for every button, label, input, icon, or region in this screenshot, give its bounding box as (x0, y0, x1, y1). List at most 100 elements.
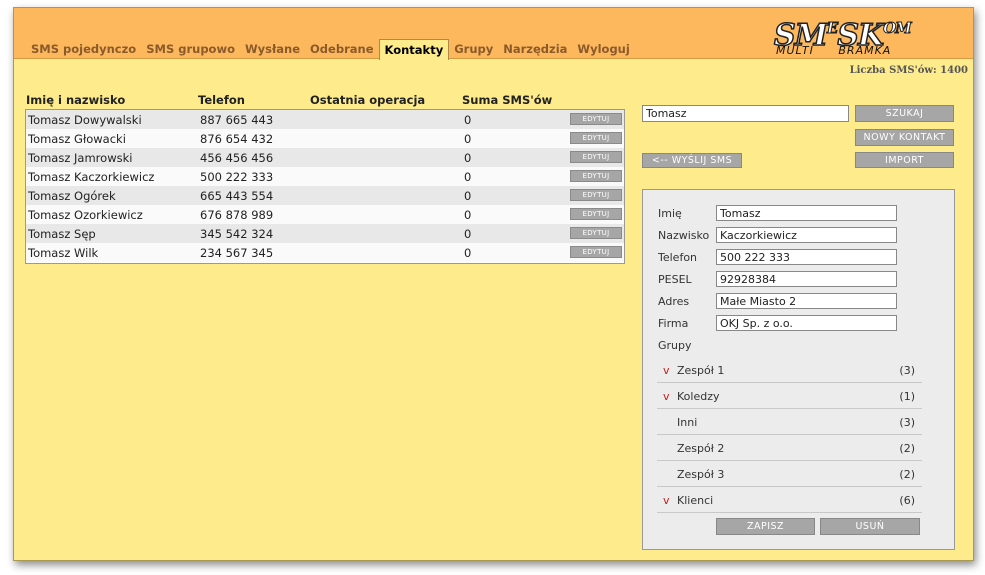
group-item[interactable]: Zespół 3 (2) (657, 461, 922, 487)
delete-button[interactable]: USUŃ (820, 518, 920, 535)
contact-name: Tomasz Ogórek (28, 189, 116, 203)
main-nav: SMS pojedynczo SMS grupowo Wysłane Odebr… (26, 39, 635, 60)
logo: SMESKOM MULTI BRAMKA (773, 12, 974, 58)
sms-count: Liczba SMS'ów: 1400 (849, 65, 968, 76)
send-sms-button[interactable]: <-- WYŚLIJ SMS (642, 153, 742, 168)
group-item[interactable]: v Koledzy (1) (657, 383, 922, 409)
label-first-name: Imię (658, 207, 682, 220)
contact-phone: 887 665 443 (200, 113, 274, 127)
group-name: Inni (677, 416, 698, 429)
edit-button[interactable]: EDYTUJ (570, 227, 622, 239)
edit-button[interactable]: EDYTUJ (570, 170, 622, 182)
contact-detail-panel: Imię Nazwisko Telefon PESEL Adres Firma … (642, 189, 955, 550)
label-last-name: Nazwisko (658, 229, 710, 242)
contact-phone: 500 222 333 (200, 170, 274, 184)
search-button[interactable]: SZUKAJ (855, 105, 954, 122)
table-row[interactable]: Tomasz Wilk 234 567 345 0 EDYTUJ (26, 243, 624, 262)
contact-name: Tomasz Sęp (28, 227, 96, 241)
label-address: Adres (658, 295, 690, 308)
contact-phone: 345 542 324 (200, 227, 274, 241)
tab-wyslane[interactable]: Wysłane (240, 39, 305, 59)
col-header-phone: Telefon (198, 93, 245, 107)
contact-name: Tomasz Kaczorkiewicz (28, 170, 155, 184)
contact-name: Tomasz Ozorkiewicz (28, 208, 143, 222)
tab-sms-pojedynczo[interactable]: SMS pojedynczo (26, 39, 141, 59)
table-row[interactable]: Tomasz Kaczorkiewicz 500 222 333 0 EDYTU… (26, 167, 624, 186)
contact-sms-sum: 0 (464, 208, 472, 222)
table-row[interactable]: Tomasz Ogórek 665 443 554 0 EDYTUJ (26, 186, 624, 205)
group-name: Koledzy (677, 390, 720, 403)
contact-name: Tomasz Dowywalski (28, 113, 142, 127)
edit-button[interactable]: EDYTUJ (570, 132, 622, 144)
tab-wyloguj[interactable]: Wyloguj (572, 39, 634, 59)
group-count: (1) (899, 390, 915, 403)
group-item[interactable]: Inni (3) (657, 409, 922, 435)
tab-sms-grupowo[interactable]: SMS grupowo (141, 39, 240, 59)
save-button[interactable]: ZAPISZ (716, 518, 815, 535)
edit-button[interactable]: EDYTUJ (570, 246, 622, 258)
contact-phone: 676 878 989 (200, 208, 274, 222)
top-bar: SMS pojedynczo SMS grupowo Wysłane Odebr… (14, 8, 974, 60)
contact-phone: 876 654 432 (200, 132, 274, 146)
edit-button[interactable]: EDYTUJ (570, 113, 622, 125)
contact-name: Tomasz Głowacki (28, 132, 126, 146)
address-field[interactable] (716, 293, 897, 309)
import-button[interactable]: IMPORT (855, 152, 954, 168)
contact-phone: 234 567 345 (200, 246, 274, 260)
contact-phone: 665 443 554 (200, 189, 274, 203)
first-name-field[interactable] (716, 205, 897, 221)
group-item[interactable]: Zespół 2 (2) (657, 435, 922, 461)
new-contact-button[interactable]: NOWY KONTAKT (855, 129, 954, 146)
label-groups: Grupy (658, 339, 692, 352)
group-count: (2) (899, 468, 915, 481)
tab-grupy[interactable]: Grupy (449, 39, 498, 59)
contact-name: Tomasz Wilk (28, 246, 99, 260)
edit-button[interactable]: EDYTUJ (570, 151, 622, 163)
tab-narzedzia[interactable]: Narzędzia (498, 39, 572, 59)
edit-button[interactable]: EDYTUJ (570, 208, 622, 220)
contact-name: Tomasz Jamrowski (28, 151, 133, 165)
table-row[interactable]: Tomasz Ozorkiewicz 676 878 989 0 EDYTUJ (26, 205, 624, 224)
edit-button[interactable]: EDYTUJ (570, 189, 622, 201)
phone-field[interactable] (716, 249, 897, 265)
group-name: Klienci (677, 494, 714, 507)
contact-sms-sum: 0 (464, 170, 472, 184)
group-checkmark-icon: v (663, 364, 670, 377)
label-company: Firma (658, 317, 689, 330)
contact-sms-sum: 0 (464, 189, 472, 203)
last-name-field[interactable] (716, 227, 897, 243)
table-row[interactable]: Tomasz Sęp 345 542 324 0 EDYTUJ (26, 224, 624, 243)
contacts-table-header: Imię i nazwisko Telefon Ostatnia operacj… (26, 93, 626, 107)
group-count: (3) (899, 364, 915, 377)
contacts-table: Tomasz Dowywalski 887 665 443 0 EDYTUJ T… (25, 109, 625, 264)
group-name: Zespół 1 (677, 364, 725, 377)
col-header-sms-sum: Suma SMS'ów (462, 93, 553, 107)
tab-kontakty[interactable]: Kontakty (378, 39, 450, 60)
search-input[interactable] (642, 105, 849, 122)
table-row[interactable]: Tomasz Jamrowski 456 456 456 0 EDYTUJ (26, 148, 624, 167)
group-checkmark-icon: v (663, 390, 670, 403)
col-header-last-operation: Ostatnia operacja (310, 93, 426, 107)
contact-sms-sum: 0 (464, 227, 472, 241)
group-item[interactable]: v Klienci (6) (657, 487, 922, 513)
group-count: (2) (899, 442, 915, 455)
label-pesel: PESEL (658, 273, 692, 286)
group-name: Zespół 2 (677, 442, 725, 455)
contact-sms-sum: 0 (464, 113, 472, 127)
app-window: SMS pojedynczo SMS grupowo Wysłane Odebr… (13, 7, 974, 561)
contact-phone: 456 456 456 (200, 151, 274, 165)
company-field[interactable] (716, 315, 897, 331)
group-item[interactable]: v Zespół 1 (3) (657, 357, 922, 383)
table-row[interactable]: Tomasz Dowywalski 887 665 443 0 EDYTUJ (26, 110, 624, 129)
group-name: Zespół 3 (677, 468, 725, 481)
logo-tagline: MULTI BRAMKA (776, 44, 892, 57)
label-phone: Telefon (658, 251, 698, 264)
tab-odebrane[interactable]: Odebrane (305, 39, 378, 59)
col-header-name: Imię i nazwisko (26, 93, 126, 107)
contact-sms-sum: 0 (464, 151, 472, 165)
table-row[interactable]: Tomasz Głowacki 876 654 432 0 EDYTUJ (26, 129, 624, 148)
group-count: (6) (899, 494, 915, 507)
group-count: (3) (899, 416, 915, 429)
pesel-field[interactable] (716, 271, 897, 287)
contact-sms-sum: 0 (464, 132, 472, 146)
